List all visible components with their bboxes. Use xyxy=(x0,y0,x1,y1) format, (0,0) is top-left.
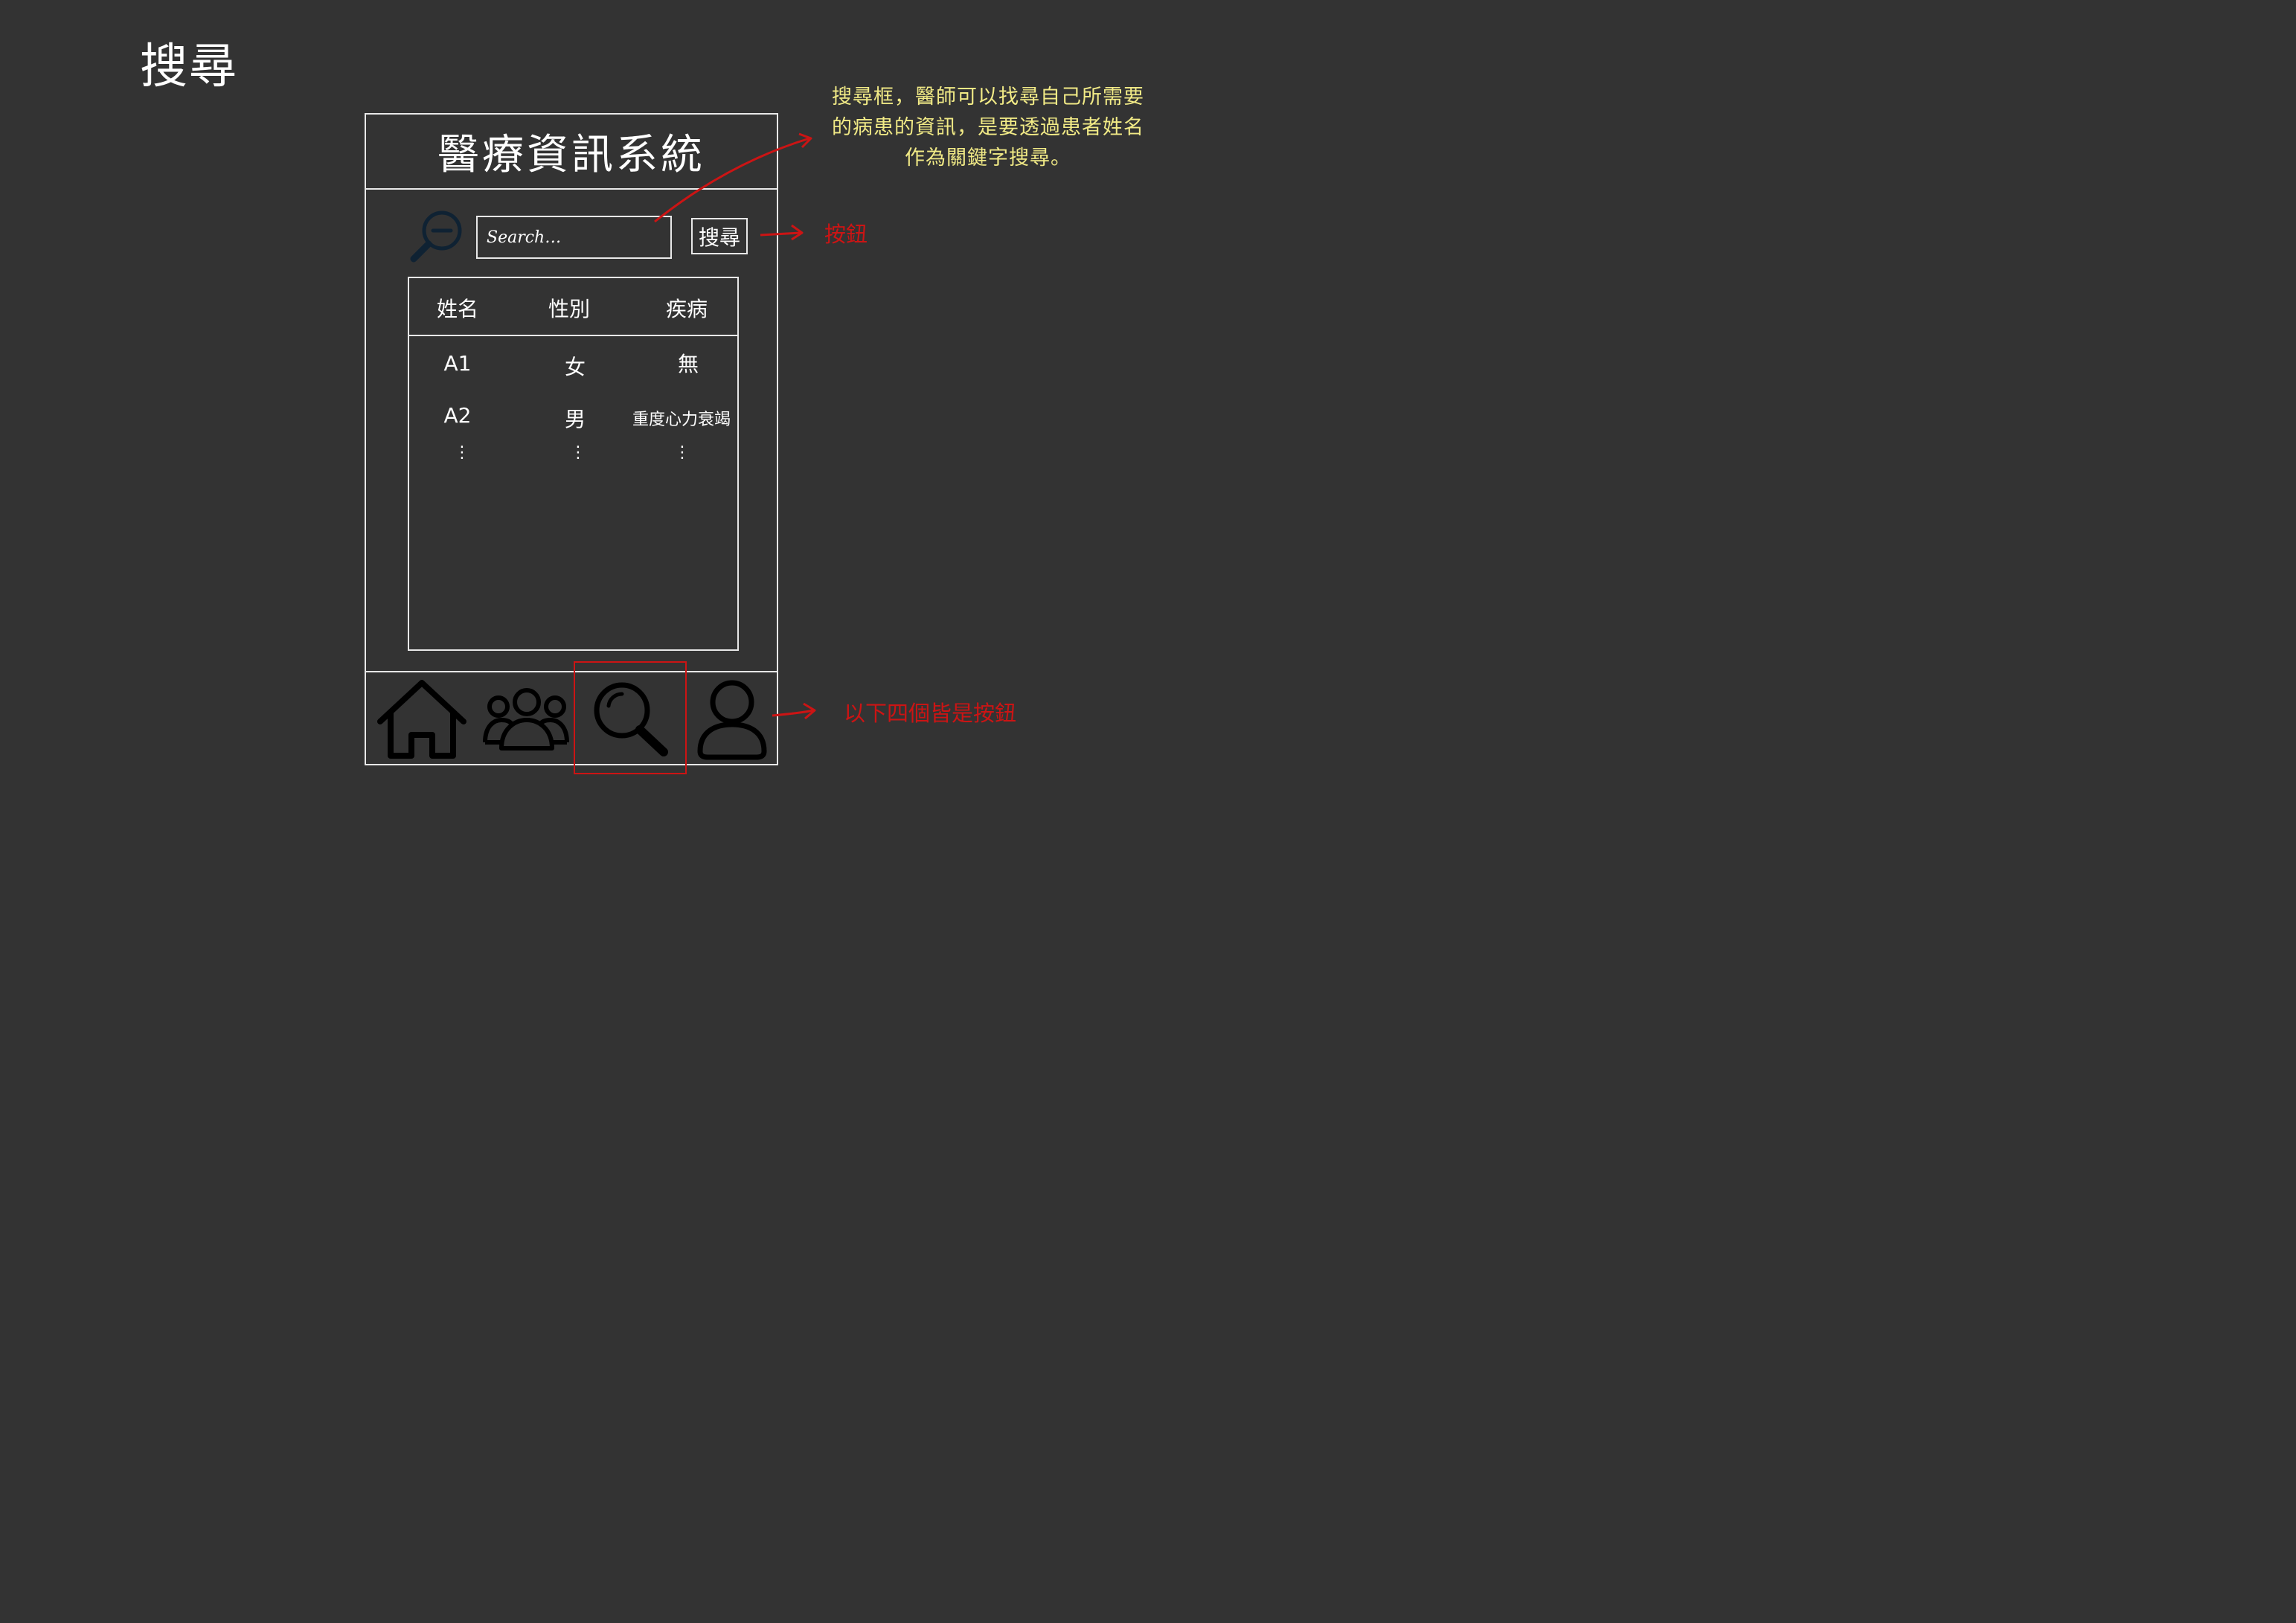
search-box-annotation: 搜尋框，醫師可以找尋自己所需要的病患的資訊，是要透過患者姓名作為關鍵字搜尋。 xyxy=(832,86,1144,170)
button-annotation: 按鈕 xyxy=(824,222,868,247)
nav-annotation: 以下四個皆是按鈕 xyxy=(844,701,1017,726)
